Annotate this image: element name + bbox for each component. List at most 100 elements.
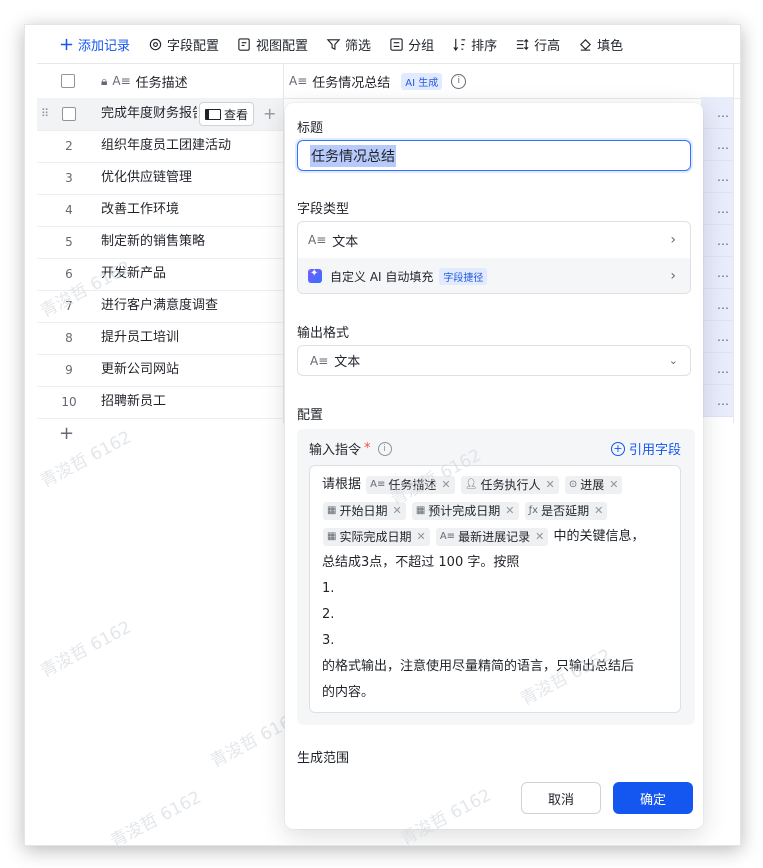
row-checkbox[interactable] bbox=[62, 107, 76, 121]
close-icon[interactable]: ✕ bbox=[545, 476, 554, 494]
fill-color-label: 填色 bbox=[597, 38, 624, 54]
cell-task-description[interactable]: 组织年度员工团建活动 bbox=[101, 130, 281, 162]
fill-color-icon bbox=[578, 37, 593, 52]
col-task-description-header[interactable]: 🔒︎ A≡ 任务描述 bbox=[101, 64, 188, 98]
field-type-value: 文本 bbox=[332, 234, 359, 250]
summary-cell[interactable]: … bbox=[701, 193, 733, 225]
fill-color-button[interactable]: 填色 bbox=[578, 35, 623, 54]
summary-cell[interactable]: … bbox=[701, 225, 733, 257]
table-row[interactable]: 6 开发新产品 bbox=[37, 258, 283, 291]
gear-icon bbox=[148, 37, 163, 52]
range-section-label: 生成范围 bbox=[297, 751, 350, 766]
table-row[interactable]: 4 改善工作环境 bbox=[37, 194, 283, 227]
cell-task-description[interactable]: 进行客户满意度调查 bbox=[101, 290, 281, 322]
close-icon[interactable]: ✕ bbox=[609, 476, 618, 494]
table-row[interactable]: 3 优化供应链管理 bbox=[37, 162, 283, 195]
drag-handle-icon[interactable]: ⠿ bbox=[41, 98, 49, 130]
field-tag[interactable]: ▦ 预计完成日期 ✕ bbox=[411, 501, 519, 520]
summary-column-cells: … … … … … … … … … … bbox=[701, 97, 733, 417]
prompt-text: 请根据 bbox=[322, 477, 362, 492]
prompt-textarea[interactable]: 请根据 A≡ 任务描述 ✕ 👤︎ 任务执行人 ✕ ⊙ 进展 ✕ ▦ 开始日期 ✕ ▦ 预计完成日期… bbox=[309, 465, 681, 713]
field-tag[interactable]: A≡ 任务描述 ✕ bbox=[366, 475, 455, 494]
ai-autofill-option[interactable]: 自定义 AI 自动填充 字段捷径 › bbox=[298, 258, 690, 293]
summary-cell[interactable]: … bbox=[701, 129, 733, 161]
field-config-button[interactable]: 字段配置 bbox=[148, 35, 219, 54]
summary-cell[interactable]: … bbox=[701, 161, 733, 193]
field-tag[interactable]: ▦ 开始日期 ✕ bbox=[323, 501, 406, 520]
reference-field-label: 引用字段 bbox=[628, 443, 681, 458]
summary-cell[interactable]: … bbox=[701, 321, 733, 353]
field-type-selector[interactable]: A≡ 文本 › bbox=[298, 222, 690, 258]
help-icon[interactable]: i bbox=[377, 441, 392, 456]
expand-icon bbox=[205, 108, 221, 120]
cell-task-description[interactable]: 改善工作环境 bbox=[101, 194, 281, 226]
cell-task-description[interactable]: 完成年度财务报告 bbox=[101, 98, 197, 130]
cell-task-description[interactable]: 招聘新员工 bbox=[101, 386, 281, 418]
close-icon[interactable]: ✕ bbox=[441, 476, 450, 494]
group-label: 分组 bbox=[408, 38, 435, 54]
field-tag[interactable]: ƒx 是否延期 ✕ bbox=[524, 501, 608, 520]
view-record-button[interactable]: 查看 bbox=[199, 102, 255, 126]
table-row[interactable]: ⠿ 完成年度财务报告 查看 + bbox=[37, 98, 283, 131]
col1-header-label: 任务描述 bbox=[135, 75, 188, 91]
field-tag[interactable]: ▦ 实际完成日期 ✕ bbox=[323, 527, 430, 546]
close-icon[interactable]: ✕ bbox=[392, 502, 401, 520]
summary-cell[interactable]: … bbox=[701, 385, 733, 417]
close-icon[interactable]: ✕ bbox=[535, 528, 544, 546]
summary-cell[interactable]: … bbox=[701, 257, 733, 289]
add-record-button[interactable]: 添加记录 bbox=[59, 35, 130, 54]
field-tag-label: 是否延期 bbox=[541, 503, 590, 518]
row-number: 4 bbox=[65, 203, 73, 217]
output-format-select[interactable]: A≡ 文本 ⌄ bbox=[297, 345, 691, 376]
title-input[interactable]: 任务情况总结 bbox=[297, 140, 691, 171]
add-row-button[interactable]: + bbox=[59, 423, 74, 444]
view-config-button[interactable]: 视图配置 bbox=[237, 35, 308, 54]
cancel-button[interactable]: 取消 bbox=[521, 782, 601, 814]
row-number: 5 bbox=[65, 235, 73, 249]
add-column-icon[interactable]: + bbox=[263, 98, 276, 130]
confirm-button[interactable]: 确定 bbox=[613, 782, 693, 814]
summary-cell[interactable]: … bbox=[701, 289, 733, 321]
sort-icon bbox=[452, 37, 467, 52]
info-icon[interactable]: i bbox=[451, 73, 467, 89]
title-input-value: 任务情况总结 bbox=[310, 144, 396, 167]
field-tag[interactable]: A≡ 最新进展记录 ✕ bbox=[435, 527, 549, 546]
table-row[interactable]: 9 更新公司网站 bbox=[37, 354, 283, 387]
summary-cell[interactable]: … bbox=[701, 97, 733, 129]
close-icon[interactable]: ✕ bbox=[505, 502, 514, 520]
field-tag[interactable]: ⊙ 进展 ✕ bbox=[564, 475, 623, 494]
summary-cell[interactable]: … bbox=[701, 353, 733, 385]
table-row[interactable]: 7 进行客户满意度调查 bbox=[37, 290, 283, 323]
field-type-box: A≡ 文本 › 自定义 AI 自动填充 字段捷径 › bbox=[297, 221, 691, 294]
field-tag-label: 最新进展记录 bbox=[458, 529, 531, 544]
title-section-label: 标题 bbox=[297, 121, 324, 136]
close-icon[interactable]: ✕ bbox=[594, 502, 603, 520]
filter-button[interactable]: 筛选 bbox=[326, 35, 371, 54]
row-height-button[interactable]: 行高 bbox=[515, 35, 560, 54]
table-row[interactable]: 2 组织年度员工团建活动 bbox=[37, 130, 283, 163]
view-config-label: 视图配置 bbox=[256, 38, 309, 54]
close-icon[interactable]: ✕ bbox=[416, 528, 425, 546]
group-button[interactable]: 分组 bbox=[389, 35, 434, 54]
select-all-checkbox[interactable] bbox=[61, 64, 75, 98]
cell-task-description[interactable]: 提升员工培训 bbox=[101, 322, 281, 354]
plus-circle-icon: + bbox=[610, 441, 625, 456]
cell-task-description[interactable]: 优化供应链管理 bbox=[101, 162, 281, 194]
cell-task-description[interactable]: 制定新的销售策略 bbox=[101, 226, 281, 258]
cell-task-description[interactable]: 更新公司网站 bbox=[101, 354, 281, 386]
chevron-down-icon: ⌄ bbox=[668, 354, 678, 367]
field-tag[interactable]: 👤︎ 任务执行人 ✕ bbox=[460, 475, 559, 494]
row-number: 9 bbox=[65, 363, 73, 377]
sort-button[interactable]: 排序 bbox=[452, 35, 497, 54]
row-number: 6 bbox=[65, 267, 73, 281]
table-row[interactable]: 8 提升员工培训 bbox=[37, 322, 283, 355]
field-config-panel: 标题 任务情况总结 字段类型 A≡ 文本 › 自定义 AI 自动填充 字段捷径 … bbox=[285, 103, 703, 845]
sort-label: 排序 bbox=[471, 38, 498, 54]
filter-icon bbox=[326, 37, 341, 52]
reference-field-button[interactable]: + 引用字段 bbox=[610, 439, 681, 458]
text-type-icon: A≡ bbox=[112, 74, 131, 88]
col-task-summary-header[interactable]: A≡ 任务情况总结 AI 生成 i bbox=[289, 64, 467, 98]
cell-task-description[interactable]: 开发新产品 bbox=[101, 258, 281, 290]
table-row[interactable]: 5 制定新的销售策略 bbox=[37, 226, 283, 259]
table-row[interactable]: 10 招聘新员工 bbox=[37, 386, 283, 419]
